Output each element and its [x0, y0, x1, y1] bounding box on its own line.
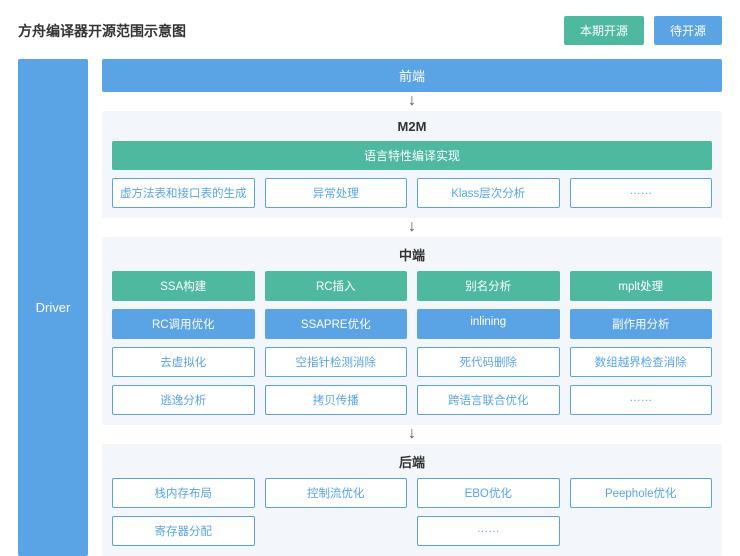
be-cell: EBO优化: [417, 478, 560, 508]
be-cell: 寄存器分配: [112, 516, 255, 546]
mid-cell: 空指针检测消除: [265, 347, 408, 377]
stages-column: 前端 ↓ M2M 语言特性编译实现 虚方法表和接口表的生成 异常处理 Klass…: [102, 59, 722, 556]
mid-cell: 逃逸分析: [112, 385, 255, 415]
page-title: 方舟编译器开源范围示意图: [18, 21, 186, 41]
middle-title: 中端: [112, 245, 712, 264]
m2m-cell: 虚方法表和接口表的生成: [112, 178, 255, 208]
legend-future: 待开源: [654, 16, 722, 45]
be-cell: ……: [417, 516, 560, 546]
mid-cell: 别名分析: [417, 271, 560, 301]
be-cell: Peephole优化: [570, 478, 713, 508]
arrow-icon: ↓: [102, 220, 722, 234]
mid-cell: 去虚拟化: [112, 347, 255, 377]
mid-cell: SSA构建: [112, 271, 255, 301]
m2m-row1: 虚方法表和接口表的生成 异常处理 Klass层次分析 ……: [112, 178, 712, 208]
mid-cell: RC调用优化: [112, 309, 255, 339]
header: 方舟编译器开源范围示意图 本期开源 待开源: [18, 16, 722, 45]
legend: 本期开源 待开源: [564, 16, 722, 45]
driver-label: Driver: [36, 300, 71, 315]
backend-panel: 后端 栈内存布局 控制流优化 EBO优化 Peephole优化 寄存器分配 ……: [102, 444, 722, 556]
mid-cell: SSAPRE优化: [265, 309, 408, 339]
arrow-icon: ↓: [102, 94, 722, 108]
driver-column: Driver: [18, 59, 88, 556]
m2m-wide: 语言特性编译实现: [112, 141, 712, 170]
mid-cell: mplt处理: [570, 271, 713, 301]
mid-cell: 数组越界检查消除: [570, 347, 713, 377]
middle-panel: 中端 SSA构建 RC插入 别名分析 mplt处理 RC调用优化 SSAPRE优…: [102, 237, 722, 425]
mid-cell: 副作用分析: [570, 309, 713, 339]
legend-current: 本期开源: [564, 16, 644, 45]
m2m-cell: ……: [570, 178, 713, 208]
be-cell: 栈内存布局: [112, 478, 255, 508]
frontend-stage: 前端: [102, 59, 722, 92]
m2m-title: M2M: [112, 119, 712, 134]
arrow-icon: ↓: [102, 427, 722, 441]
mid-cell: ……: [570, 385, 713, 415]
mid-cell: inlining: [417, 309, 560, 339]
main-layout: Driver 前端 ↓ M2M 语言特性编译实现 虚方法表和接口表的生成 异常处…: [18, 59, 722, 556]
m2m-cell: 异常处理: [265, 178, 408, 208]
mid-cell: 拷贝传播: [265, 385, 408, 415]
mid-cell: 死代码删除: [417, 347, 560, 377]
m2m-cell: Klass层次分析: [417, 178, 560, 208]
mid-cell: 跨语言联合优化: [417, 385, 560, 415]
be-cell: 控制流优化: [265, 478, 408, 508]
m2m-panel: M2M 语言特性编译实现 虚方法表和接口表的生成 异常处理 Klass层次分析 …: [102, 111, 722, 218]
mid-cell: RC插入: [265, 271, 408, 301]
backend-title: 后端: [112, 452, 712, 471]
